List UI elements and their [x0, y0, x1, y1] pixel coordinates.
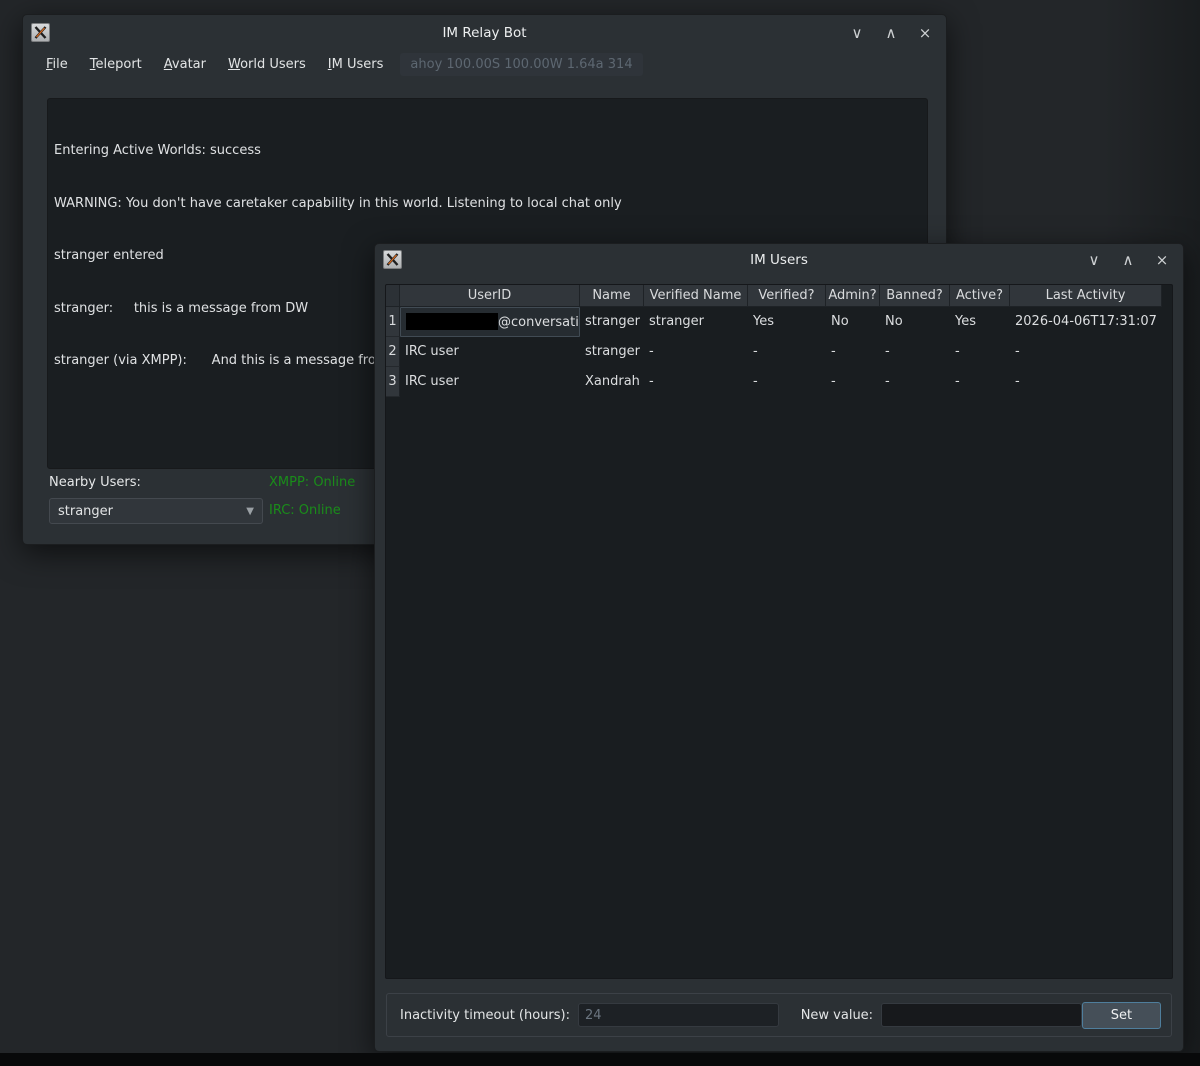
col-header-admin[interactable]: Admin?	[826, 285, 880, 307]
log-line: Entering Active Worlds: success	[54, 142, 921, 160]
cell-active[interactable]: -	[950, 367, 1010, 397]
window-title: IM Users	[375, 252, 1183, 268]
new-value-label: New value:	[801, 1008, 873, 1023]
cell-name[interactable]: Xandrah	[580, 367, 644, 397]
cell-last-activity[interactable]: -	[1010, 337, 1162, 367]
menu-bar: File Teleport Avatar World Users IM User…	[23, 51, 946, 78]
row-number[interactable]: 2	[386, 337, 400, 367]
cell-verified[interactable]: Yes	[748, 307, 826, 337]
cell-verified-name[interactable]: -	[644, 337, 748, 367]
maximize-icon[interactable]: ∧	[882, 26, 900, 41]
cell-admin[interactable]: -	[826, 367, 880, 397]
minimize-icon[interactable]: ∨	[1085, 253, 1103, 268]
new-value-input[interactable]	[881, 1003, 1082, 1027]
cell-verified[interactable]: -	[748, 337, 826, 367]
menu-im-users[interactable]: IM Users	[319, 54, 393, 75]
cell-last-activity[interactable]: -	[1010, 367, 1162, 397]
close-icon[interactable]: ×	[916, 26, 934, 41]
cell-banned[interactable]: -	[880, 367, 950, 397]
cell-admin[interactable]: -	[826, 337, 880, 367]
screen-bottom-strip	[0, 1053, 1200, 1066]
col-header-verified-name[interactable]: Verified Name	[644, 285, 748, 307]
window-title: IM Relay Bot	[23, 25, 946, 41]
col-header-name[interactable]: Name	[580, 285, 644, 307]
cell-name[interactable]: stranger	[580, 337, 644, 367]
cell-banned[interactable]: -	[880, 337, 950, 367]
row-number[interactable]: 3	[386, 367, 400, 397]
chevron-down-icon: ▼	[246, 506, 254, 517]
close-icon[interactable]: ×	[1153, 253, 1171, 268]
cell-userid: @conversations.im	[400, 307, 580, 337]
table-header-row: UserID Name Verified Name Verified? Admi…	[386, 285, 1172, 307]
irc-status: IRC: Online	[269, 503, 341, 518]
table-row[interactable]: 3 IRC user Xandrah - - - - - -	[386, 367, 1172, 397]
maximize-icon[interactable]: ∧	[1119, 253, 1137, 268]
cell-active[interactable]: -	[950, 337, 1010, 367]
dropdown-selected-value: stranger	[58, 504, 246, 519]
cell-verified-name[interactable]: -	[644, 367, 748, 397]
col-header-banned[interactable]: Banned?	[880, 285, 950, 307]
col-header-userid[interactable]: UserID	[400, 285, 580, 307]
redacted-user-id	[406, 313, 498, 330]
nearby-users-label: Nearby Users:	[49, 475, 141, 490]
col-header-last-activity[interactable]: Last Activity	[1010, 285, 1162, 307]
cell-verified-name[interactable]: stranger	[644, 307, 748, 337]
menu-avatar[interactable]: Avatar	[155, 54, 215, 75]
inactivity-timeout-panel: Inactivity timeout (hours): New value: S…	[386, 993, 1172, 1037]
im-users-window: IM Users ∨ ∧ × UserID Name Verified Name…	[374, 243, 1184, 1052]
row-number[interactable]: 1	[386, 307, 400, 337]
cell-active[interactable]: Yes	[950, 307, 1010, 337]
xmpp-status: XMPP: Online	[269, 475, 355, 490]
table-row[interactable]: 2 IRC user stranger - - - - - -	[386, 337, 1172, 367]
cell-userid[interactable]: IRC user	[400, 337, 580, 367]
position-status-item: ahoy 100.00S 100.00W 1.64a 314	[400, 53, 642, 76]
cell-admin[interactable]: No	[826, 307, 880, 337]
users-table[interactable]: UserID Name Verified Name Verified? Admi…	[385, 284, 1173, 979]
cell-verified[interactable]: -	[748, 367, 826, 397]
user-id-suffix: @conversations.im	[498, 315, 580, 330]
col-header-verified[interactable]: Verified?	[748, 285, 826, 307]
table-row[interactable]: 1 @conversations.im stranger stranger Ye…	[386, 307, 1172, 337]
set-button[interactable]: Set	[1082, 1002, 1161, 1029]
im-users-titlebar[interactable]: IM Users ∨ ∧ ×	[375, 244, 1183, 276]
col-header-active[interactable]: Active?	[950, 285, 1010, 307]
nearby-users-dropdown[interactable]: stranger ▼	[49, 498, 263, 524]
desktop: IM Relay Bot ∨ ∧ × File Teleport Avatar …	[0, 0, 1200, 1066]
cell-last-activity[interactable]: 2026-04-06T17:31:07	[1010, 307, 1162, 337]
relay-titlebar[interactable]: IM Relay Bot ∨ ∧ ×	[23, 15, 946, 51]
menu-teleport[interactable]: Teleport	[81, 54, 151, 75]
table-corner-cell	[386, 285, 400, 307]
minimize-icon[interactable]: ∨	[848, 26, 866, 41]
inactivity-timeout-field	[578, 1003, 779, 1027]
log-line: WARNING: You don't have caretaker capabi…	[54, 195, 921, 213]
menu-world-users[interactable]: World Users	[219, 54, 315, 75]
cell-name[interactable]: stranger	[580, 307, 644, 337]
cell-banned[interactable]: No	[880, 307, 950, 337]
cell-userid[interactable]: IRC user	[400, 367, 580, 397]
inactivity-timeout-label: Inactivity timeout (hours):	[400, 1008, 570, 1023]
menu-file[interactable]: File	[37, 54, 77, 75]
